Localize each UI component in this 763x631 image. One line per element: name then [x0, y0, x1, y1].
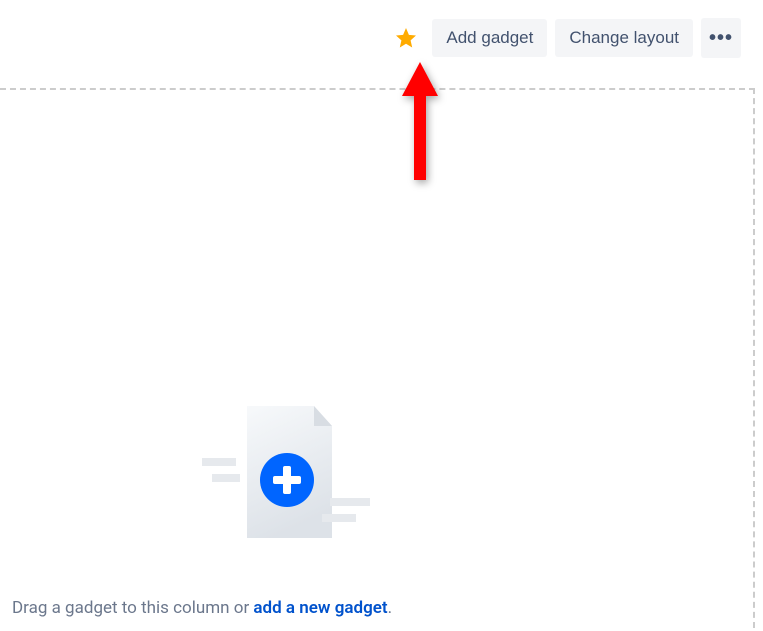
- empty-suffix: .: [388, 598, 392, 618]
- empty-state: Drag a gadget to this column or add a ne…: [0, 398, 753, 618]
- change-layout-button[interactable]: Change layout: [555, 19, 693, 57]
- add-gadget-button[interactable]: Add gadget: [432, 19, 547, 57]
- add-new-gadget-link[interactable]: add a new gadget: [253, 598, 387, 618]
- gadget-drop-column[interactable]: Drag a gadget to this column or add a ne…: [0, 88, 755, 628]
- favorite-button[interactable]: [388, 20, 424, 56]
- more-icon: •••: [709, 27, 733, 50]
- empty-prefix: Drag a gadget to this column or: [12, 598, 253, 618]
- toolbar: Add gadget Change layout •••: [0, 0, 763, 76]
- more-actions-button[interactable]: •••: [701, 18, 741, 58]
- star-icon: [394, 26, 418, 50]
- empty-state-text: Drag a gadget to this column or add a ne…: [12, 598, 753, 618]
- empty-gadget-illustration: [202, 398, 372, 558]
